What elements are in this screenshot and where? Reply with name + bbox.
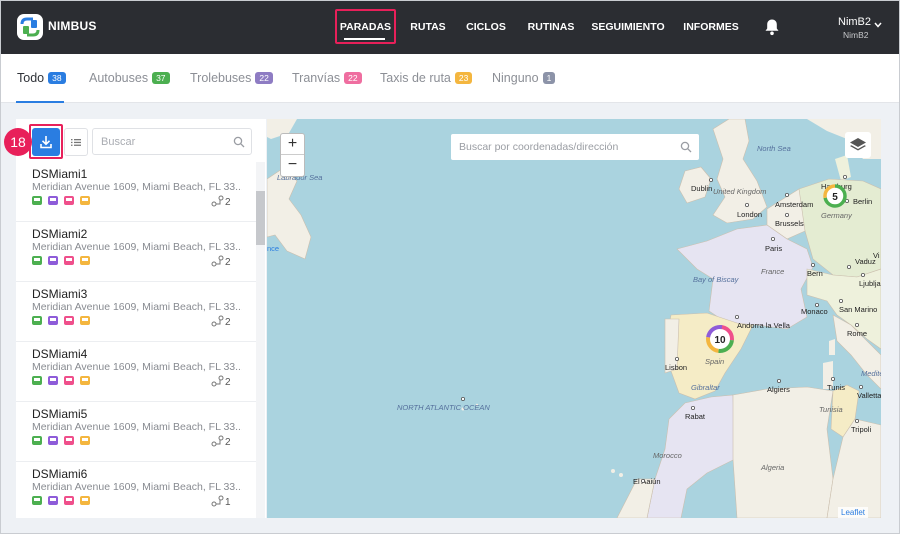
- route-count-value: 2: [225, 317, 231, 328]
- count-badge: 37: [152, 72, 170, 84]
- tab-taxis-de-ruta[interactable]: Taxis de ruta 23: [380, 71, 473, 85]
- tab-todo[interactable]: Todo 38: [17, 71, 66, 85]
- route-count-value: 1: [225, 497, 231, 508]
- transport-type-icons: [32, 196, 90, 205]
- tab-trolebuses[interactable]: Trolebuses 22: [190, 71, 273, 85]
- nav-ciclos[interactable]: CICLOS: [462, 0, 510, 54]
- count-badge: 22: [255, 72, 273, 84]
- route-count: 1: [211, 495, 241, 508]
- stop-name: DSMiami2: [32, 227, 88, 241]
- stop-address: Meridian Avenue 1609, Miami Beach, FL 33…: [32, 181, 242, 193]
- active-tab-underline: [16, 101, 64, 103]
- brand-name: NIMBUS: [48, 19, 97, 33]
- search-icon: [233, 136, 245, 148]
- route-icon: [211, 435, 224, 447]
- route-icon: [211, 195, 224, 207]
- search-icon: [680, 141, 692, 153]
- tab-label: Autobuses: [89, 71, 149, 85]
- bell-icon[interactable]: [764, 18, 780, 36]
- count-badge: 22: [344, 72, 362, 84]
- stop-name: DSMiami3: [32, 287, 88, 301]
- search-input[interactable]: Buscar: [92, 128, 252, 155]
- stop-name: DSMiami5: [32, 407, 88, 421]
- cluster-marker[interactable]: 10: [705, 324, 735, 354]
- stop-address: Meridian Avenue 1609, Miami Beach, FL 33…: [32, 241, 242, 253]
- route-icon: [211, 375, 224, 387]
- nav-rutinas[interactable]: RUTINAS: [521, 0, 581, 54]
- layers-icon: [850, 138, 866, 151]
- route-count-value: 2: [225, 437, 231, 448]
- stops-list: DSMiami1 Meridian Avenue 1609, Miami Bea…: [16, 162, 256, 518]
- stop-address: Meridian Avenue 1609, Miami Beach, FL 33…: [32, 481, 242, 493]
- list-item[interactable]: DSMiami6 Meridian Avenue 1609, Miami Bea…: [16, 462, 256, 518]
- stop-address: Meridian Avenue 1609, Miami Beach, FL 33…: [32, 361, 242, 373]
- category-tabs: Todo 38 Autobuses 37 Trolebuses 22 Tranvías…: [0, 54, 900, 103]
- stop-address: Meridian Avenue 1609, Miami Beach, FL 33…: [32, 301, 242, 313]
- transport-type-icons: [32, 496, 90, 505]
- tab-label: Taxis de ruta: [380, 71, 451, 85]
- zoom-out-button[interactable]: −: [281, 155, 304, 176]
- zoom-control: + −: [280, 133, 305, 177]
- zoom-in-button[interactable]: +: [281, 134, 304, 155]
- list-item[interactable]: DSMiami3 Meridian Avenue 1609, Miami Bea…: [16, 282, 256, 342]
- user-subtitle: NimB2: [843, 30, 869, 40]
- route-count-value: 2: [225, 377, 231, 388]
- route-count: 2: [211, 435, 241, 448]
- stop-name: DSMiami6: [32, 467, 88, 481]
- list-view-button[interactable]: [64, 128, 88, 156]
- tab-label: Todo: [17, 71, 45, 85]
- scrollbar-thumb[interactable]: [256, 191, 265, 245]
- stop-name: DSMiami4: [32, 347, 88, 361]
- route-icon: [211, 495, 224, 507]
- top-bar: NIMBUS PARADAS RUTAS CICLOS RUTINAS SEGU…: [0, 0, 900, 54]
- active-nav-underline: [344, 38, 385, 40]
- stop-name: DSMiami1: [32, 167, 88, 181]
- tab-label: Tranvías: [292, 71, 341, 85]
- highlight-box: [29, 124, 63, 159]
- tab-ninguno[interactable]: Ninguno 1: [492, 71, 556, 85]
- count-badge: 1: [542, 72, 556, 84]
- nav-informes[interactable]: INFORMES: [680, 0, 742, 54]
- map-view[interactable]: North Sea Labrador Sea NORTH ATLANTIC OC…: [267, 119, 881, 518]
- route-count: 2: [211, 315, 241, 328]
- chevron-down-icon[interactable]: [874, 22, 882, 28]
- list-item[interactable]: DSMiami2 Meridian Avenue 1609, Miami Bea…: [16, 222, 256, 282]
- cluster-count: 10: [714, 335, 726, 346]
- transport-type-icons: [32, 316, 90, 325]
- route-count: 2: [211, 255, 241, 268]
- step-number-badge: 18: [4, 128, 32, 156]
- count-badge: 23: [454, 72, 473, 84]
- route-icon: [211, 255, 224, 267]
- transport-type-icons: [32, 436, 90, 445]
- route-count: 2: [211, 195, 241, 208]
- list-item[interactable]: DSMiami1 Meridian Avenue 1609, Miami Bea…: [16, 162, 256, 222]
- transport-type-icons: [32, 376, 90, 385]
- route-count: 2: [211, 375, 241, 388]
- list-item[interactable]: DSMiami5 Meridian Avenue 1609, Miami Bea…: [16, 402, 256, 462]
- route-icon: [211, 315, 224, 327]
- route-count-value: 2: [225, 197, 231, 208]
- attribution-link[interactable]: Leaflet: [838, 507, 869, 518]
- cluster-marker[interactable]: 5: [822, 183, 848, 209]
- city-markers: [460, 175, 866, 483]
- cluster-count: 5: [832, 192, 838, 203]
- nav-seguimiento[interactable]: SEGUIMIENTO: [590, 0, 666, 54]
- stop-address: Meridian Avenue 1609, Miami Beach, FL 33…: [32, 421, 242, 433]
- tab-tranvias[interactable]: Tranvías 22: [292, 71, 362, 85]
- tab-label: Ninguno: [492, 71, 539, 85]
- nav-rutas[interactable]: RUTAS: [406, 0, 450, 54]
- route-count-value: 2: [225, 257, 231, 268]
- count-badge: 38: [48, 72, 66, 84]
- layers-button[interactable]: [845, 132, 871, 158]
- user-name[interactable]: NimB2: [838, 16, 871, 28]
- tab-autobuses[interactable]: Autobuses 37: [89, 71, 170, 85]
- list-icon: [71, 139, 81, 146]
- transport-type-icons: [32, 256, 90, 265]
- tab-label: Trolebuses: [190, 71, 252, 85]
- map-search-input[interactable]: Buscar por coordenadas/dirección: [451, 134, 699, 160]
- nimbus-logo[interactable]: [16, 13, 44, 41]
- list-item[interactable]: DSMiami4 Meridian Avenue 1609, Miami Bea…: [16, 342, 256, 402]
